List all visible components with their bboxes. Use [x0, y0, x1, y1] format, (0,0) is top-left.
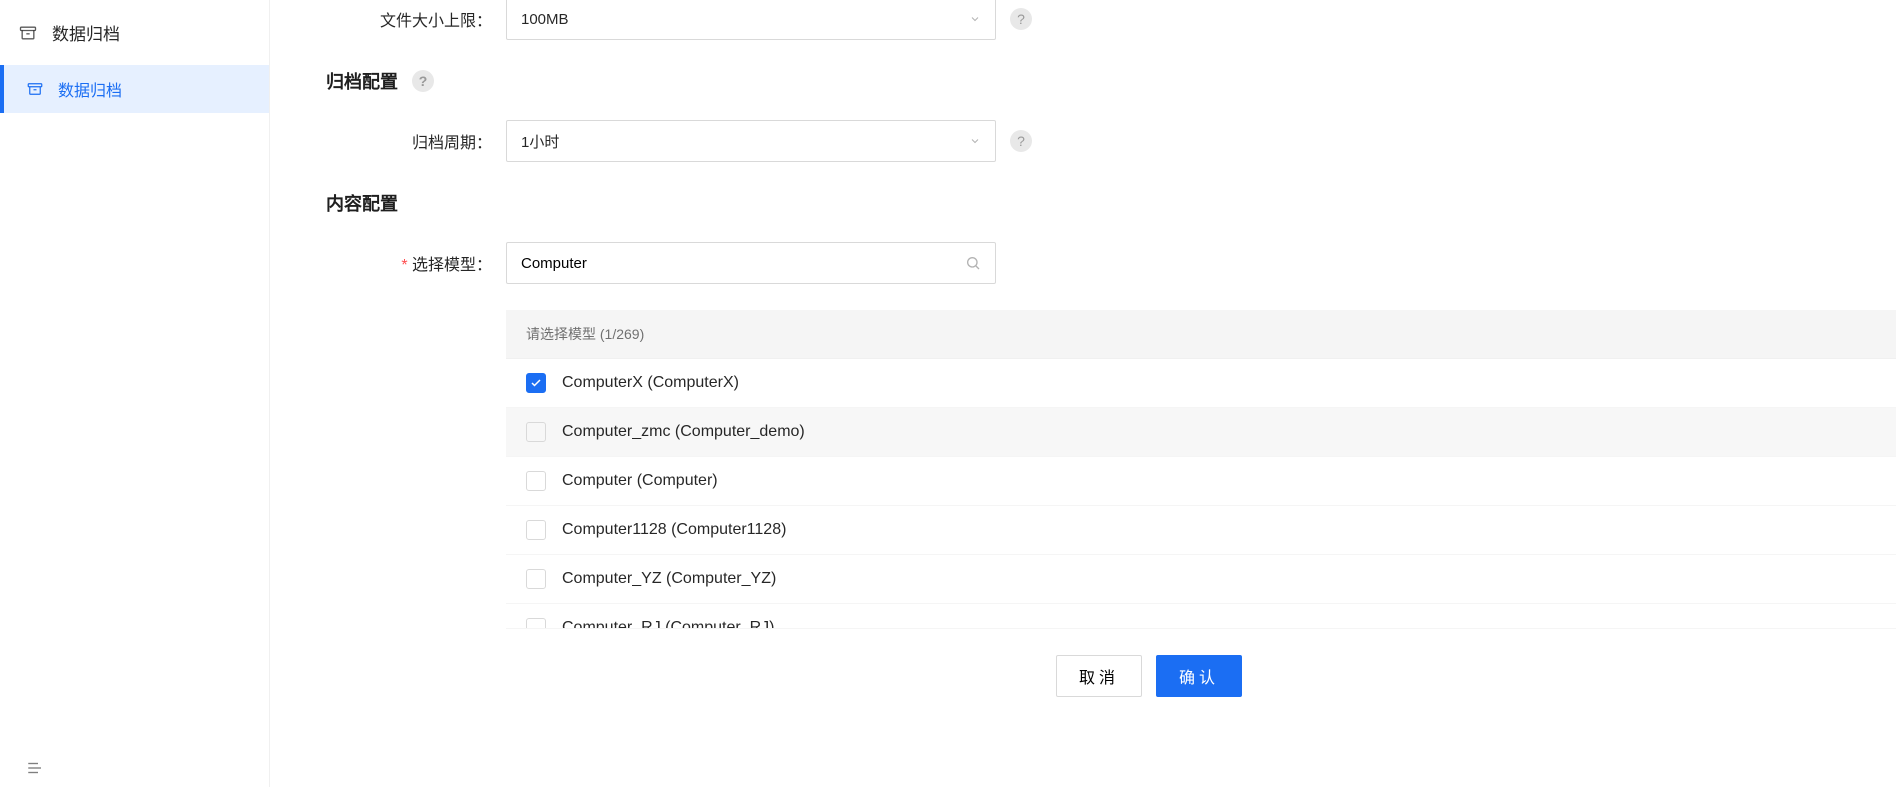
select-model-input-wrapper: [506, 242, 996, 284]
checkbox[interactable]: [526, 618, 546, 629]
file-size-limit-select[interactable]: 100MB: [506, 0, 996, 40]
file-size-limit-row: 文件大小上限： 100MB ?: [326, 0, 1896, 40]
select-model-input[interactable]: [521, 255, 965, 272]
model-option[interactable]: Computer_RJ (Computer_RJ): [506, 604, 1896, 629]
archive-icon: [26, 80, 44, 98]
archive-cycle-row: 归档周期： 1小时 ?: [326, 120, 1896, 162]
checkbox[interactable]: [526, 471, 546, 491]
sidebar-item-label: 数据归档: [58, 77, 122, 101]
model-option-label: Computer_zmc (Computer_demo): [562, 423, 805, 441]
file-size-limit-value: 100MB: [521, 11, 569, 28]
checkbox[interactable]: [526, 520, 546, 540]
chevron-down-icon: [969, 135, 981, 147]
archive-cycle-value: 1小时: [521, 131, 559, 152]
content-config-title: 内容配置: [326, 190, 398, 216]
checkbox[interactable]: [526, 373, 546, 393]
archive-icon: [18, 23, 38, 43]
sidebar: 数据归档 数据归档: [0, 0, 270, 787]
footer-buttons: 取消 确认: [1056, 655, 1896, 697]
archive-config-title: 归档配置: [326, 68, 398, 94]
chevron-down-icon: [969, 13, 981, 25]
checkbox[interactable]: [526, 569, 546, 589]
model-option-label: Computer (Computer): [562, 472, 718, 490]
archive-cycle-label: 归档周期：: [326, 129, 506, 153]
model-option-label: Computer1128 (Computer1128): [562, 521, 786, 539]
model-option[interactable]: Computer_zmc (Computer_demo): [506, 408, 1896, 457]
model-option-label: ComputerX (ComputerX): [562, 374, 739, 392]
sidebar-title: 数据归档: [0, 0, 269, 65]
file-size-limit-label: 文件大小上限：: [326, 7, 506, 31]
sidebar-title-label: 数据归档: [52, 20, 120, 45]
archive-cycle-select[interactable]: 1小时: [506, 120, 996, 162]
model-option-label: Computer_YZ (Computer_YZ): [562, 570, 776, 588]
main-content: 文件大小上限： 100MB ? 归档配置 ? 归档周期： 1小时 ? 内容配置 …: [270, 0, 1904, 787]
cancel-button[interactable]: 取消: [1056, 655, 1142, 697]
model-option-label: Computer_RJ (Computer_RJ): [562, 619, 775, 629]
model-list-header: 请选择模型 (1/269): [506, 310, 1896, 359]
model-option[interactable]: Computer (Computer): [506, 457, 1896, 506]
checkbox[interactable]: [526, 422, 546, 442]
content-config-header: 内容配置: [326, 190, 1896, 216]
help-icon[interactable]: ?: [1010, 8, 1032, 30]
confirm-button[interactable]: 确认: [1156, 655, 1242, 697]
sidebar-item-data-archive[interactable]: 数据归档: [0, 65, 269, 113]
model-option[interactable]: Computer_YZ (Computer_YZ): [506, 555, 1896, 604]
help-icon[interactable]: ?: [412, 70, 434, 92]
model-option[interactable]: Computer1128 (Computer1128): [506, 506, 1896, 555]
help-icon[interactable]: ?: [1010, 130, 1032, 152]
select-model-label: 选择模型：: [326, 251, 506, 275]
sidebar-collapse-button[interactable]: [26, 759, 44, 777]
search-icon: [965, 255, 981, 271]
archive-config-header: 归档配置 ?: [326, 68, 1896, 94]
model-list[interactable]: ComputerX (ComputerX) Computer_zmc (Compu…: [506, 359, 1896, 629]
select-model-row: 选择模型：: [326, 242, 1896, 284]
model-option[interactable]: ComputerX (ComputerX): [506, 359, 1896, 408]
model-panel: 请选择模型 (1/269) ComputerX (ComputerX)Compu…: [506, 310, 1896, 629]
